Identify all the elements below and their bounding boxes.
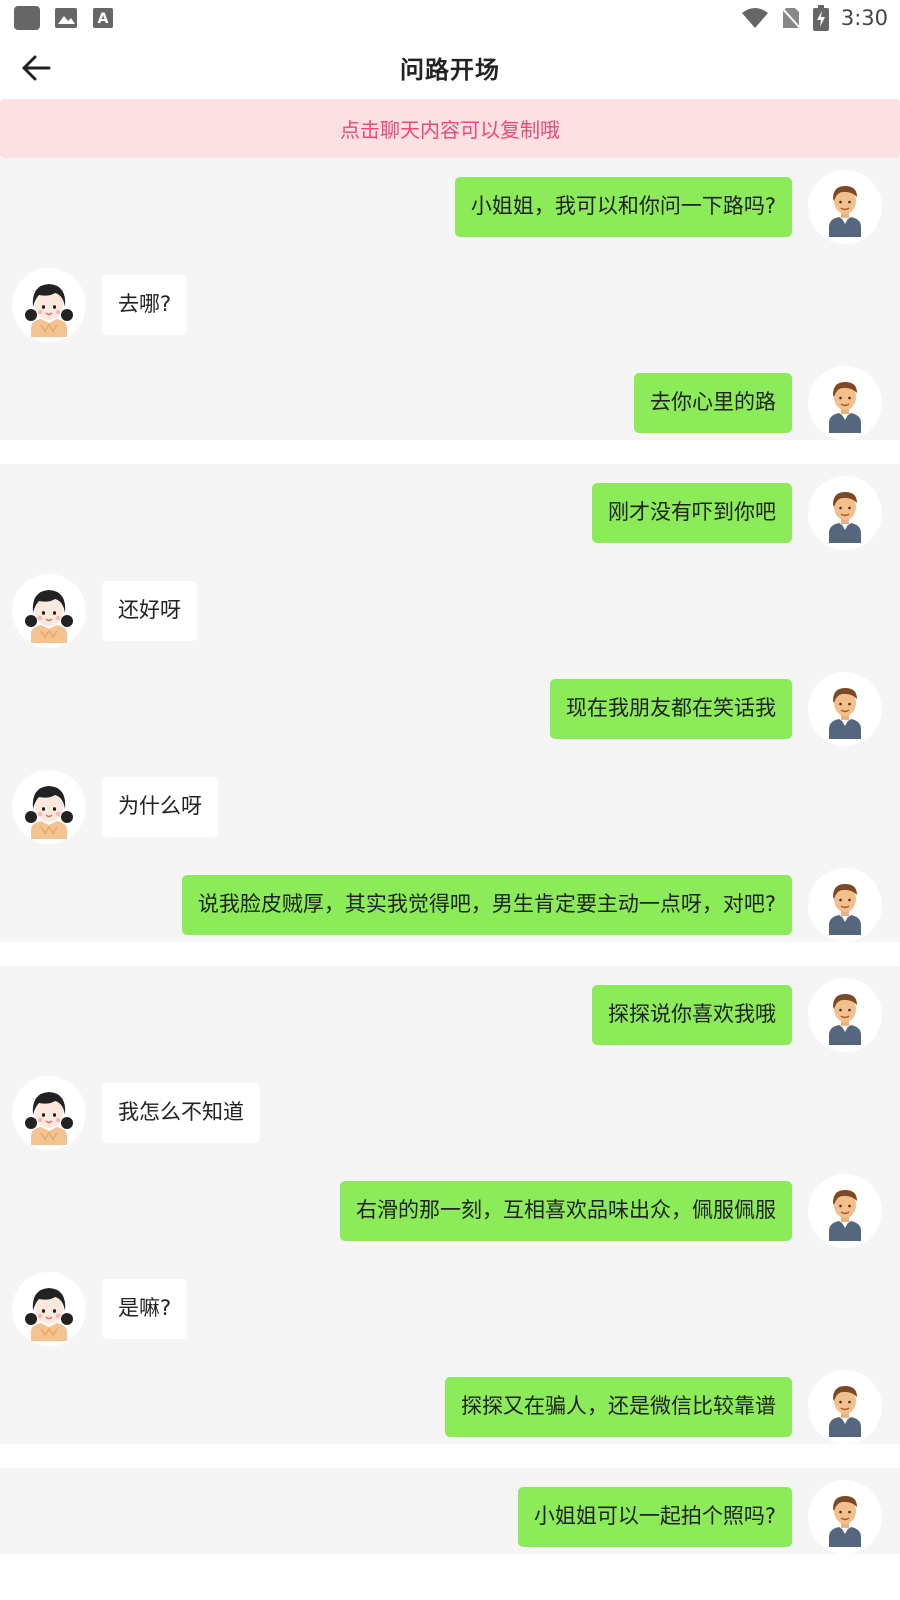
sent-message-bubble[interactable]: 右滑的那一刻，互相喜欢品味出众，佩服佩服: [340, 1181, 792, 1241]
female-avatar-icon: [12, 268, 86, 342]
sent-message-bubble[interactable]: 探探又在骗人，还是微信比较靠谱: [445, 1377, 792, 1437]
wifi-icon: [741, 7, 769, 29]
received-message-bubble[interactable]: 去哪?: [102, 275, 188, 335]
female-avatar-icon: [12, 574, 86, 648]
svg-text:A: A: [98, 11, 109, 27]
male-avatar-icon: [808, 366, 882, 440]
status-right-icons: 3:30: [741, 5, 888, 31]
message-row-sent: 去你心里的路: [0, 366, 900, 440]
chat-group: 探探说你喜欢我哦我怎么不知道右滑的那一刻，互相喜欢品味出众，佩服佩服是嘛? 探探又…: [0, 966, 900, 1444]
male-avatar-icon: [808, 1174, 882, 1248]
text-a-icon: A: [92, 7, 114, 29]
chat-group: 刚才没有吓到你吧还好呀现在我朋友都在笑话我为什么呀说我脸皮贼厚，其实我觉得吧，男…: [0, 464, 900, 942]
message-row-received: 还好呀: [0, 574, 900, 648]
page-title: 问路开场: [400, 55, 500, 84]
received-message-bubble[interactable]: 是嘛?: [102, 1279, 188, 1339]
message-row-sent: 说我脸皮贼厚，其实我觉得吧，男生肯定要主动一点呀，对吧?: [0, 868, 900, 942]
female-avatar-icon: [12, 1272, 86, 1346]
received-message-bubble[interactable]: 我怎么不知道: [102, 1083, 260, 1143]
app-square-icon: [14, 6, 40, 30]
chat-content[interactable]: 小姐姐，我可以和你问一下路吗? 去哪? 去你心里的路刚才没有吓到你吧还好呀现在我朋友…: [0, 158, 900, 1600]
male-avatar-icon: [808, 672, 882, 746]
no-sim-icon: [781, 6, 801, 30]
battery-charging-icon: [812, 5, 829, 31]
arrow-left-icon: [22, 55, 51, 81]
male-avatar-icon: [808, 978, 882, 1052]
received-message-bubble[interactable]: 为什么呀: [102, 777, 218, 837]
message-row-sent: 探探又在骗人，还是微信比较靠谱: [0, 1370, 900, 1444]
message-row-received: 为什么呀: [0, 770, 900, 844]
sent-message-bubble[interactable]: 现在我朋友都在笑话我: [550, 679, 792, 739]
male-avatar-icon: [808, 868, 882, 942]
message-row-sent: 刚才没有吓到你吧: [0, 476, 900, 550]
back-button[interactable]: [14, 46, 58, 90]
received-message-bubble[interactable]: 还好呀: [102, 581, 197, 641]
image-icon: [54, 7, 78, 29]
top-app-bar: 问路开场: [0, 36, 900, 98]
message-row-sent: 探探说你喜欢我哦: [0, 978, 900, 1052]
copy-hint-banner: 点击聊天内容可以复制哦: [0, 99, 900, 158]
sent-message-bubble[interactable]: 小姐姐可以一起拍个照吗?: [517, 1487, 792, 1547]
sent-message-bubble[interactable]: 小姐姐，我可以和你问一下路吗?: [454, 177, 792, 237]
sent-message-bubble[interactable]: 说我脸皮贼厚，其实我觉得吧，男生肯定要主动一点呀，对吧?: [181, 875, 792, 935]
sent-message-bubble[interactable]: 探探说你喜欢我哦: [592, 985, 792, 1045]
chat-group: 小姐姐，我可以和你问一下路吗? 去哪? 去你心里的路: [0, 158, 900, 440]
sent-message-bubble[interactable]: 刚才没有吓到你吧: [592, 483, 792, 543]
app-screen: A 3:30 问路开场 点击聊天内容可以复制哦 小姐姐，我可以和你问一下路吗? …: [0, 0, 900, 1600]
male-avatar-icon: [808, 1370, 882, 1444]
message-row-sent: 右滑的那一刻，互相喜欢品味出众，佩服佩服: [0, 1174, 900, 1248]
male-avatar-icon: [808, 170, 882, 244]
female-avatar-icon: [12, 1076, 86, 1150]
message-row-received: 去哪?: [0, 268, 900, 342]
status-left-icons: A: [14, 6, 114, 30]
message-row-received: 是嘛?: [0, 1272, 900, 1346]
sent-message-bubble[interactable]: 去你心里的路: [634, 373, 792, 433]
female-avatar-icon: [12, 770, 86, 844]
message-row-sent: 现在我朋友都在笑话我: [0, 672, 900, 746]
message-row-sent: 小姐姐可以一起拍个照吗?: [0, 1480, 900, 1554]
status-time: 3:30: [840, 6, 888, 30]
male-avatar-icon: [808, 1480, 882, 1554]
male-avatar-icon: [808, 476, 882, 550]
status-bar: A 3:30: [0, 0, 900, 36]
message-row-sent: 小姐姐，我可以和你问一下路吗?: [0, 170, 900, 244]
message-row-received: 我怎么不知道: [0, 1076, 900, 1150]
chat-group: 小姐姐可以一起拍个照吗?: [0, 1468, 900, 1554]
